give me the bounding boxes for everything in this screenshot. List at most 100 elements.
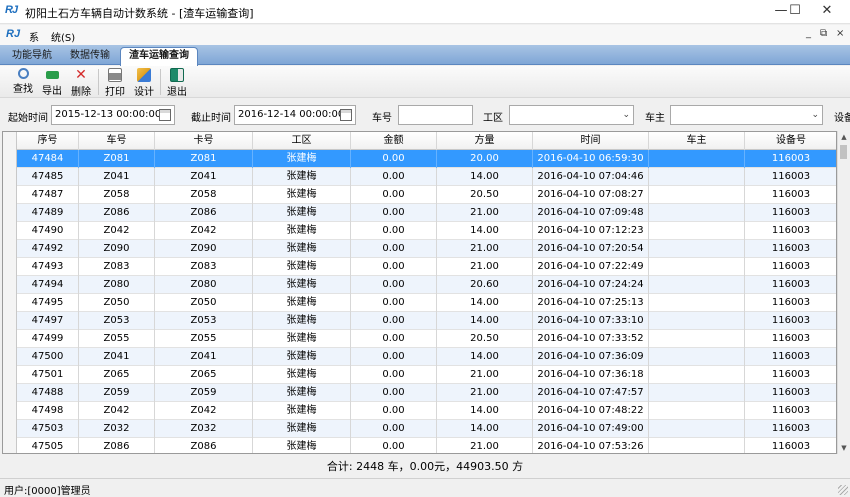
cell-col-site[interactable]: 张建梅 <box>253 402 351 420</box>
cell-col-device[interactable]: 116003 <box>745 240 836 258</box>
cell-col-card[interactable]: Z058 <box>155 186 253 204</box>
cell-col-card[interactable]: Z059 <box>155 384 253 402</box>
table-row[interactable]: 47497 Z053 Z053 张建梅 0.00 14.00 2016-04-10 07:3… <box>3 312 836 330</box>
find-button[interactable]: 查找 <box>8 67 38 97</box>
cell-col-volume[interactable]: 21.00 <box>437 204 533 222</box>
cell-col-volume[interactable]: 20.60 <box>437 276 533 294</box>
cell-col-amount[interactable]: 0.00 <box>351 222 437 240</box>
cell-col-owner[interactable] <box>649 384 745 402</box>
chevron-down-icon[interactable]: ⌄ <box>811 106 819 124</box>
cell-col-amount[interactable]: 0.00 <box>351 438 437 453</box>
cell-col-device[interactable]: 116003 <box>745 150 836 168</box>
row-header[interactable] <box>3 384 17 402</box>
cell-col-plate[interactable]: Z058 <box>79 186 155 204</box>
cell-col-card[interactable]: Z086 <box>155 204 253 222</box>
cell-col-seq[interactable]: 47500 <box>17 348 79 366</box>
row-header[interactable] <box>3 150 17 168</box>
table-row[interactable]: 47495 Z050 Z050 张建梅 0.00 14.00 2016-04-10 07:2… <box>3 294 836 312</box>
cell-col-owner[interactable] <box>649 168 745 186</box>
cell-col-owner[interactable] <box>649 276 745 294</box>
cell-col-amount[interactable]: 0.00 <box>351 420 437 438</box>
cell-col-owner[interactable] <box>649 420 745 438</box>
delete-button[interactable]: ✕ 删除 <box>66 67 96 98</box>
row-header[interactable] <box>3 240 17 258</box>
table-row[interactable]: 47489 Z086 Z086 张建梅 0.00 21.00 2016-04-10 07:0… <box>3 204 836 222</box>
cell-col-site[interactable]: 张建梅 <box>253 240 351 258</box>
cell-col-volume[interactable]: 14.00 <box>437 312 533 330</box>
row-header[interactable] <box>3 312 17 330</box>
cell-col-amount[interactable]: 0.00 <box>351 240 437 258</box>
table-row[interactable]: 47485 Z041 Z041 张建梅 0.00 14.00 2016-04-10 07:0… <box>3 168 836 186</box>
cell-col-seq[interactable]: 47492 <box>17 240 79 258</box>
work-area-dropdown[interactable]: ⌄ <box>509 105 634 125</box>
cell-col-site[interactable]: 张建梅 <box>253 294 351 312</box>
cell-col-volume[interactable]: 14.00 <box>437 348 533 366</box>
cell-col-seq[interactable]: 47488 <box>17 384 79 402</box>
cell-col-plate[interactable]: Z050 <box>79 294 155 312</box>
cell-col-card[interactable]: Z041 <box>155 168 253 186</box>
cell-col-device[interactable]: 116003 <box>745 258 836 276</box>
row-header[interactable] <box>3 222 17 240</box>
cell-col-amount[interactable]: 0.00 <box>351 366 437 384</box>
calendar-icon[interactable] <box>159 109 171 121</box>
table-row[interactable]: 47501 Z065 Z065 张建梅 0.00 21.00 2016-04-10 07:3… <box>3 366 836 384</box>
cell-col-owner[interactable] <box>649 348 745 366</box>
cell-col-plate[interactable]: Z059 <box>79 384 155 402</box>
cell-col-amount[interactable]: 0.00 <box>351 150 437 168</box>
data-grid[interactable]: 序号 车号 卡号 工区 金额 方量 时间 车主 设备号 47484 Z081 Z081 张建梅 0.00… <box>2 131 837 454</box>
cell-col-amount[interactable]: 0.00 <box>351 168 437 186</box>
cell-col-device[interactable]: 116003 <box>745 402 836 420</box>
cell-col-seq[interactable]: 47487 <box>17 186 79 204</box>
start-time-picker[interactable]: 2015-12-13 00:00:00 <box>51 105 175 125</box>
cell-col-time[interactable]: 2016-04-10 07:09:48 <box>533 204 649 222</box>
header-col-card[interactable]: 卡号 <box>155 132 253 150</box>
close-button[interactable]: ✕ <box>804 0 850 24</box>
cell-col-device[interactable]: 116003 <box>745 276 836 294</box>
cell-col-plate[interactable]: Z090 <box>79 240 155 258</box>
cell-col-card[interactable]: Z083 <box>155 258 253 276</box>
design-button[interactable]: 设计 <box>129 67 159 98</box>
export-button[interactable]: 导出 <box>37 67 67 97</box>
cell-col-owner[interactable] <box>649 312 745 330</box>
menu-item-system-part1[interactable]: 系 <box>29 29 39 44</box>
cell-col-seq[interactable]: 47493 <box>17 258 79 276</box>
table-row[interactable]: 47494 Z080 Z080 张建梅 0.00 20.60 2016-04-10 07:2… <box>3 276 836 294</box>
owner-dropdown[interactable]: ⌄ <box>670 105 823 125</box>
cell-col-owner[interactable] <box>649 240 745 258</box>
cell-col-seq[interactable]: 47484 <box>17 150 79 168</box>
row-header[interactable] <box>3 420 17 438</box>
cell-col-amount[interactable]: 0.00 <box>351 186 437 204</box>
header-col-volume[interactable]: 方量 <box>437 132 533 150</box>
cell-col-seq[interactable]: 47489 <box>17 204 79 222</box>
vertical-scrollbar[interactable]: ▲ ▼ <box>837 131 849 454</box>
cell-col-card[interactable]: Z042 <box>155 222 253 240</box>
cell-col-time[interactable]: 2016-04-10 07:25:13 <box>533 294 649 312</box>
cell-col-device[interactable]: 116003 <box>745 384 836 402</box>
scroll-down-icon[interactable]: ▼ <box>838 442 850 454</box>
cell-col-card[interactable]: Z050 <box>155 294 253 312</box>
cell-col-plate[interactable]: Z042 <box>79 222 155 240</box>
cell-col-volume[interactable]: 21.00 <box>437 240 533 258</box>
cell-col-owner[interactable] <box>649 330 745 348</box>
cell-col-time[interactable]: 2016-04-10 07:49:00 <box>533 420 649 438</box>
cell-col-device[interactable]: 116003 <box>745 330 836 348</box>
cell-col-plate[interactable]: Z083 <box>79 258 155 276</box>
cell-col-device[interactable]: 116003 <box>745 294 836 312</box>
cell-col-volume[interactable]: 21.00 <box>437 438 533 453</box>
row-header[interactable] <box>3 204 17 222</box>
cell-col-card[interactable]: Z055 <box>155 330 253 348</box>
row-header[interactable] <box>3 348 17 366</box>
header-col-owner[interactable]: 车主 <box>649 132 745 150</box>
cell-col-device[interactable]: 116003 <box>745 348 836 366</box>
cell-col-volume[interactable]: 21.00 <box>437 366 533 384</box>
exit-button[interactable]: 退出 <box>162 67 192 98</box>
print-button[interactable]: 打印 <box>100 67 130 98</box>
cell-col-card[interactable]: Z065 <box>155 366 253 384</box>
cell-col-volume[interactable]: 21.00 <box>437 384 533 402</box>
cell-col-seq[interactable]: 47505 <box>17 438 79 453</box>
scroll-up-icon[interactable]: ▲ <box>838 131 850 143</box>
cell-col-site[interactable]: 张建梅 <box>253 330 351 348</box>
cell-col-seq[interactable]: 47501 <box>17 366 79 384</box>
cell-col-seq[interactable]: 47499 <box>17 330 79 348</box>
cell-col-device[interactable]: 116003 <box>745 312 836 330</box>
